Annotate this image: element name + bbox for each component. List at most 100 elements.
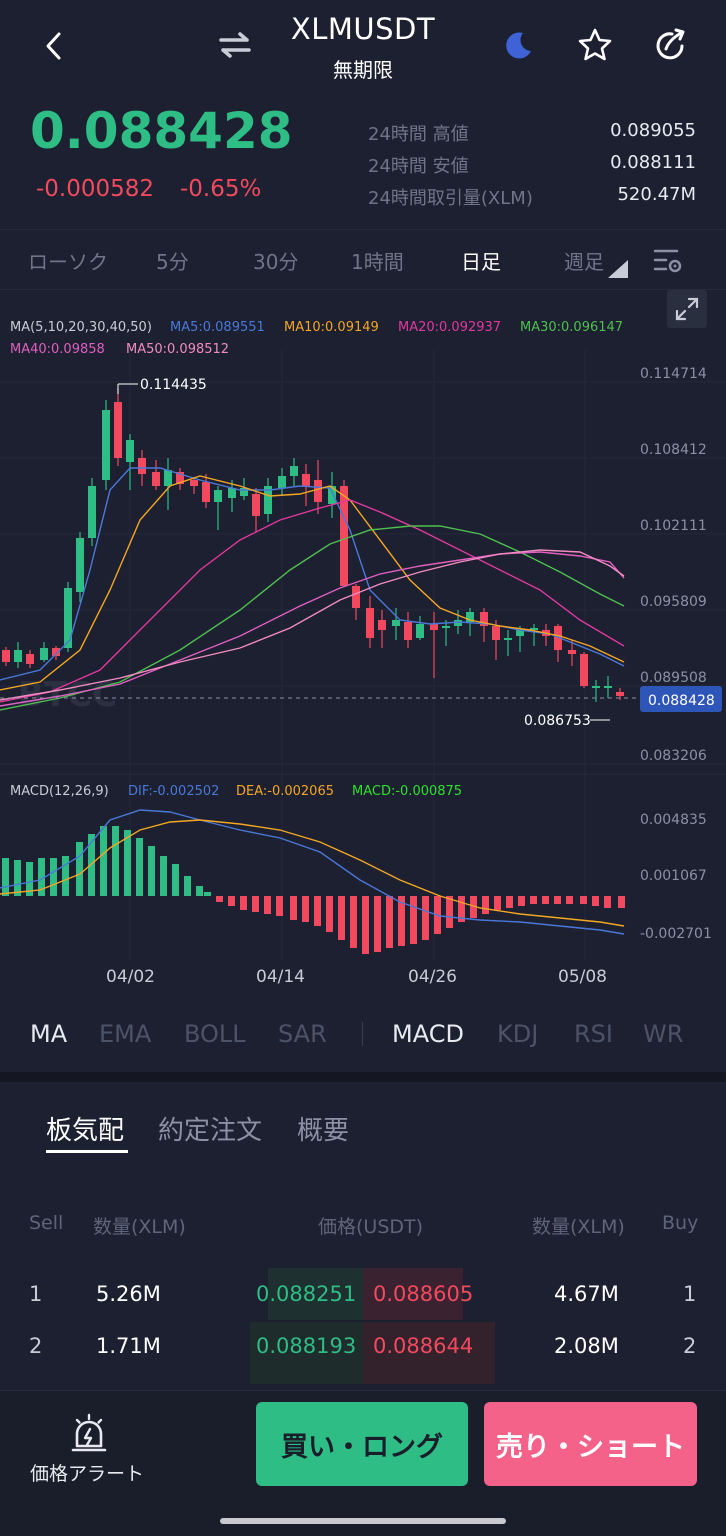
tab-orderbook[interactable]: 板気配 (46, 1110, 124, 1147)
candle-body (416, 624, 424, 638)
price-axis-label: 0.095809 (640, 594, 707, 610)
contract-type: 無期限 (333, 58, 393, 82)
price-alert-label[interactable]: 価格アラート (30, 1459, 144, 1486)
macd-histogram-bar (386, 896, 393, 948)
bid-price[interactable]: 0.088251 (256, 1282, 356, 1306)
indicator-boll[interactable]: BOLL (184, 1020, 246, 1048)
candle-body (592, 686, 600, 688)
macd-histogram-bar (124, 830, 131, 896)
fullscreen-icon[interactable] (667, 290, 707, 328)
tab-1w[interactable]: 週足 (564, 246, 604, 275)
dif-legend: DIF:-0.002502 (128, 784, 220, 799)
price-axis-label: 0.102111 (640, 518, 707, 534)
indicator-sar[interactable]: SAR (278, 1020, 327, 1048)
ask-quantity: 4.67M (554, 1282, 619, 1306)
candle-body (278, 476, 286, 488)
ma30-legend: MA30:0.096147 (520, 320, 624, 335)
row-index: 1 (683, 1282, 697, 1306)
high-marker-label: 0.114435 (140, 377, 207, 393)
active-tab-indicator (46, 1150, 128, 1153)
indicator-macd[interactable]: MACD (392, 1020, 464, 1048)
macd-histogram-bar (240, 896, 247, 910)
ma10-legend: MA10:0.09149 (284, 320, 379, 335)
tab-5m[interactable]: 5分 (156, 246, 189, 275)
tab-candle[interactable]: ローソク (28, 246, 108, 275)
candlestick-chart[interactable]: BTCC 0.088428 0.114435 0.086753 0.114714 0.10… (0, 290, 726, 1010)
alarm-icon[interactable] (66, 1410, 112, 1456)
tab-1h[interactable]: 1時間 (351, 246, 404, 275)
indicator-wr[interactable]: WR (643, 1020, 683, 1048)
macd-histogram-bar (422, 896, 429, 940)
macd-histogram-bar (604, 896, 611, 908)
tab-1d[interactable]: 日足 (461, 246, 501, 275)
moon-icon[interactable] (498, 26, 538, 66)
macd-axis-label: -0.002701 (640, 926, 712, 942)
sell-short-button[interactable]: 売り・ショート (484, 1402, 697, 1486)
macd-axis-label: 0.001067 (640, 868, 707, 884)
change-absolute: -0.000582 (36, 176, 155, 202)
candle-body (580, 654, 588, 686)
macd-histogram-bar (50, 858, 57, 896)
candle-body (114, 402, 122, 458)
candle-body (352, 586, 360, 608)
candle-body (214, 490, 222, 502)
macd-histogram-bar (184, 876, 191, 896)
star-icon[interactable] (574, 24, 616, 66)
candle-body (88, 486, 96, 538)
candle-body (138, 458, 146, 474)
candle-body (604, 686, 612, 688)
macd-histogram-bar (410, 896, 417, 944)
indicator-ma[interactable]: MA (30, 1020, 67, 1048)
bid-quantity: 1.71M (96, 1334, 161, 1358)
dea-legend: DEA:-0.002065 (236, 784, 334, 799)
candle-body (392, 620, 400, 626)
candle-body (366, 608, 374, 638)
macd-histogram-bar (566, 896, 573, 904)
macd-histogram-bar (592, 896, 599, 906)
tab-30m[interactable]: 30分 (253, 246, 298, 275)
macd-axis-label: 0.004835 (640, 812, 707, 828)
macd-histogram-bar (580, 896, 587, 904)
symbol-title[interactable]: XLMUSDT (0, 12, 726, 46)
candle-body (504, 638, 512, 640)
macd-histogram-bar (172, 864, 179, 896)
macd-histogram-bar (338, 896, 345, 940)
price-axis-label: 0.108412 (640, 442, 707, 458)
ma50-legend: MA50:0.098512 (126, 342, 230, 357)
macd-histogram-bar (362, 896, 369, 954)
candle-body (240, 488, 248, 496)
bid-quantity: 5.26M (96, 1282, 161, 1306)
chart-settings-icon[interactable] (650, 244, 686, 276)
chart-canvas[interactable]: BTCC 0.0884280.1144350.0867530.1147140.10… (0, 290, 726, 1010)
ask-price[interactable]: 0.088605 (373, 1282, 473, 1306)
tab-trades[interactable]: 約定注文 (158, 1110, 262, 1147)
macd-histogram-bar (2, 858, 9, 896)
buy-long-button[interactable]: 買い・ロング (256, 1402, 468, 1486)
indicator-ema[interactable]: EMA (99, 1020, 151, 1048)
bid-price[interactable]: 0.088193 (256, 1334, 356, 1358)
macd-histogram-bar (228, 896, 235, 906)
macd-value-legend: MACD:-0.000875 (352, 784, 463, 799)
home-indicator (220, 1518, 506, 1524)
macd-histogram-bar (160, 856, 167, 896)
candle-body (442, 626, 450, 628)
candle-body (76, 538, 84, 592)
macd-histogram-bar (204, 892, 211, 896)
row-index: 2 (683, 1334, 697, 1358)
indicator-kdj[interactable]: KDJ (497, 1020, 538, 1048)
share-icon[interactable] (650, 24, 692, 66)
low-marker-label: 0.086753 (524, 713, 591, 729)
macd-histogram-bar (14, 860, 21, 896)
candle-body (152, 472, 160, 486)
tab-overview[interactable]: 概要 (297, 1110, 349, 1147)
candle-body (202, 482, 210, 502)
candle-body (314, 480, 322, 502)
indicator-rsi[interactable]: RSI (574, 1020, 613, 1048)
candle-body (40, 648, 48, 660)
candle-body (252, 494, 260, 516)
row-index: 1 (29, 1282, 43, 1306)
macd-histogram-bar (374, 896, 381, 952)
ma5-legend: MA5:0.089551 (170, 320, 265, 335)
ask-price[interactable]: 0.088644 (373, 1334, 473, 1358)
macd-histogram-bar (326, 896, 333, 932)
